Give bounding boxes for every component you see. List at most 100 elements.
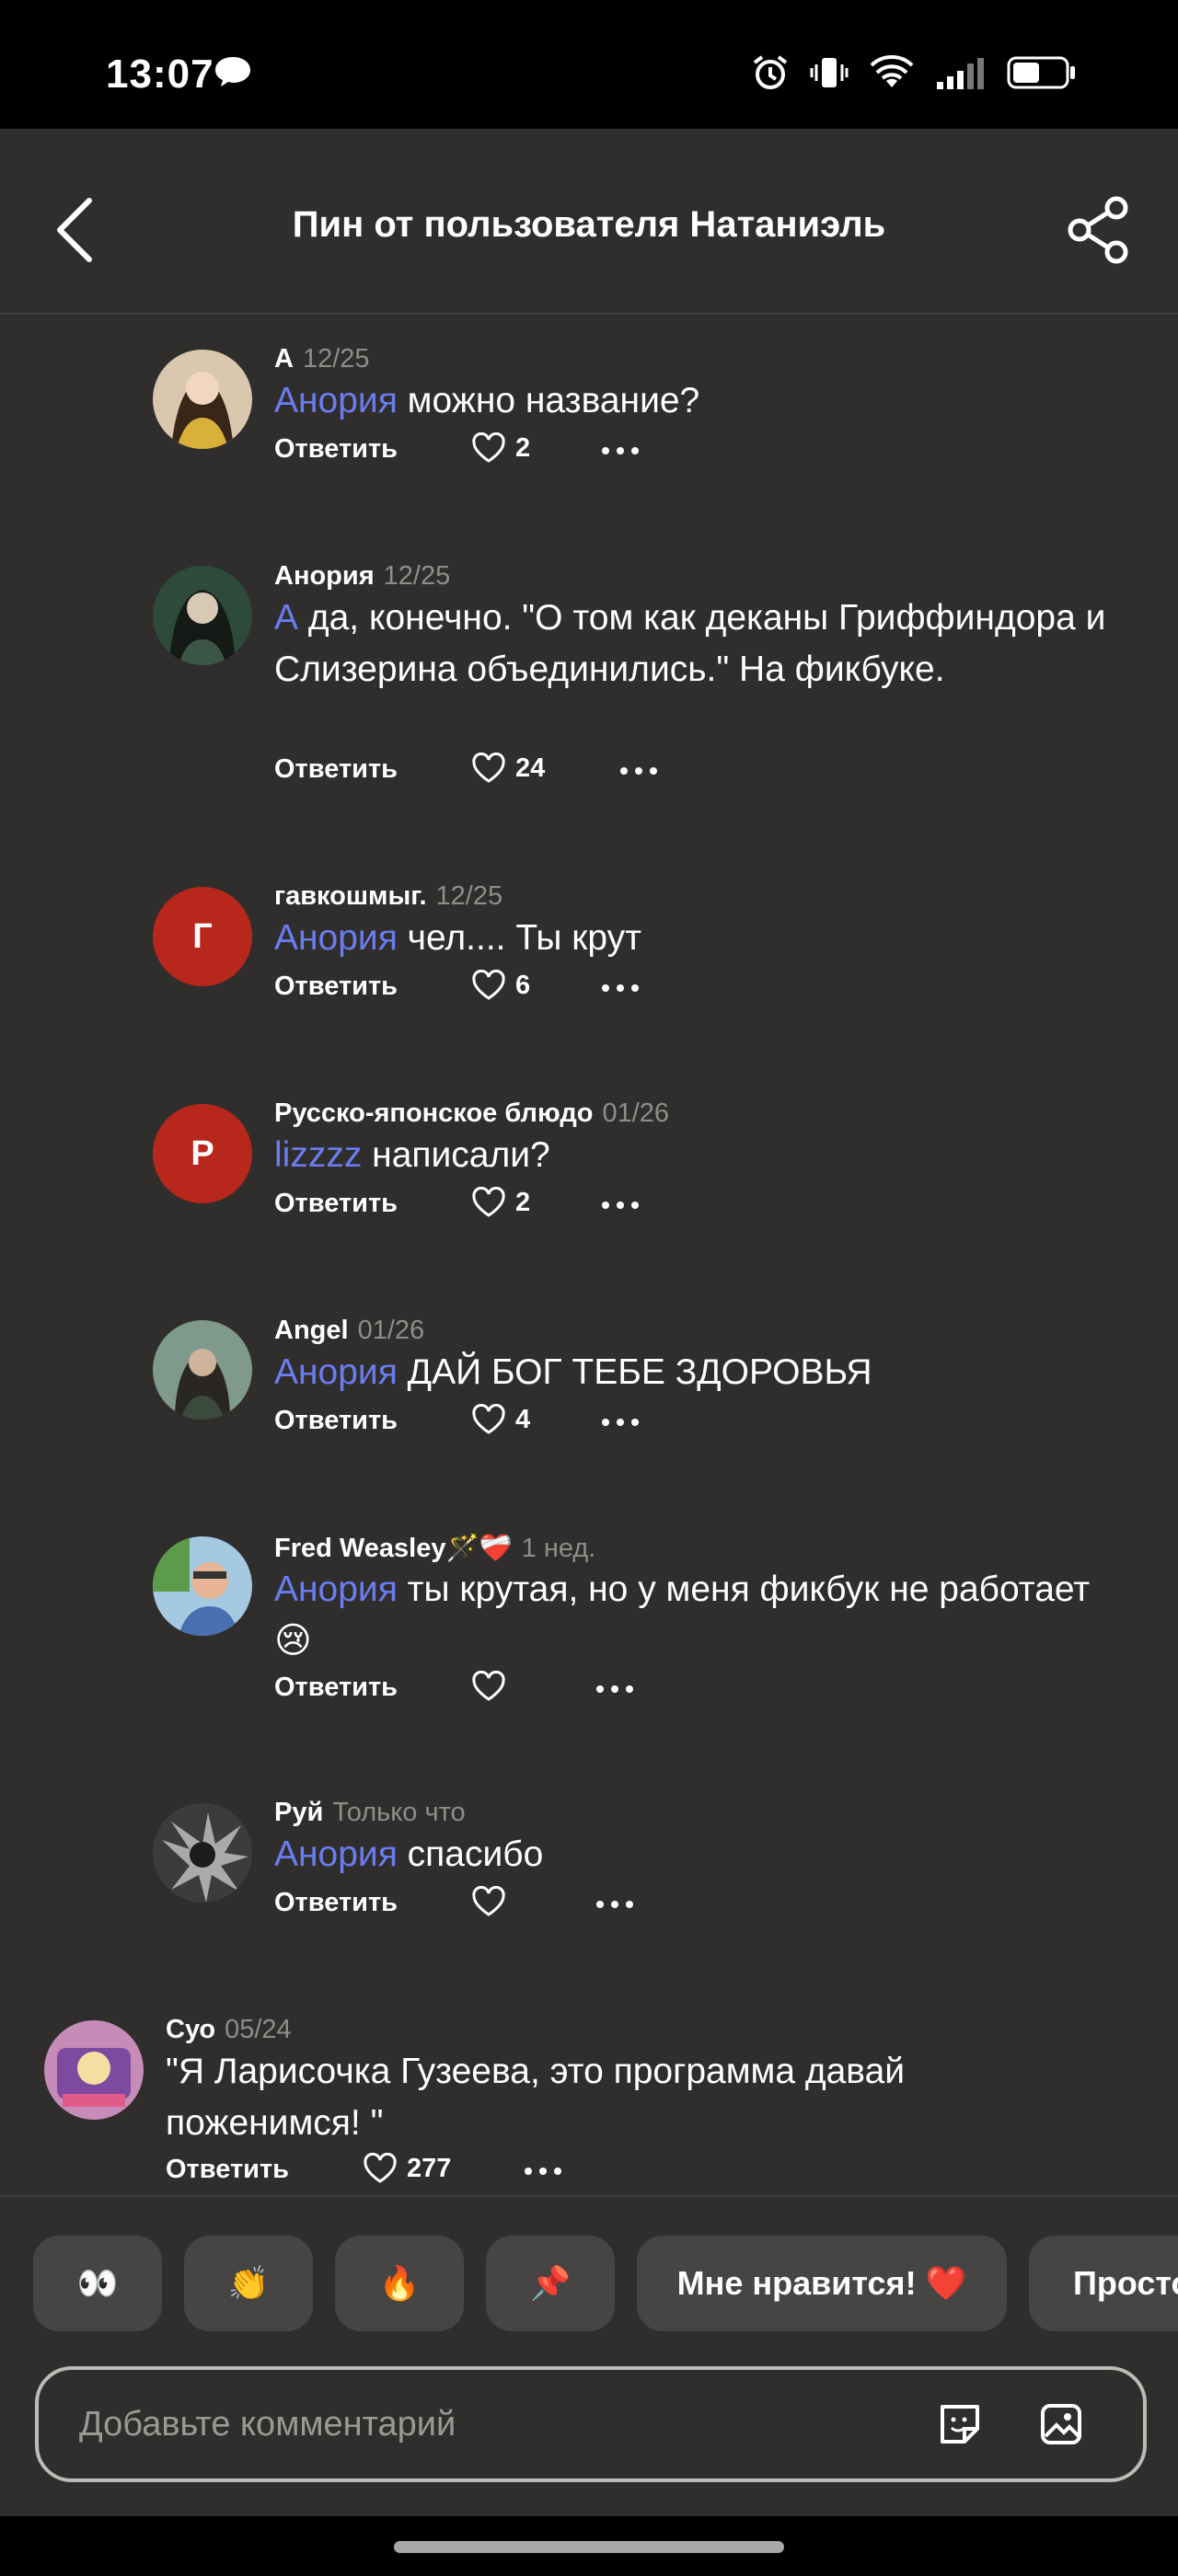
comment-mention[interactable]: Анория: [274, 1352, 398, 1392]
share-button[interactable]: [1063, 193, 1137, 267]
image-attach-button[interactable]: [1038, 2401, 1084, 2452]
alarm-icon: [751, 53, 790, 97]
image-icon: [1041, 2404, 1082, 2444]
like-button[interactable]: 2: [471, 432, 530, 464]
status-bar: 13:07: [0, 0, 1178, 129]
like-count: 2: [515, 1187, 531, 1217]
more-dots-icon: [596, 1685, 633, 1693]
more-options-button[interactable]: [523, 2153, 563, 2190]
comment-input[interactable]: [77, 2398, 909, 2451]
reply-button[interactable]: Ответить: [274, 1673, 398, 1703]
reaction-chip-pin[interactable]: 📌: [486, 2236, 615, 2331]
reply-button[interactable]: Ответить: [274, 1406, 398, 1436]
comment-text: Анория чел.... Ты крут: [274, 918, 641, 958]
comment-mention[interactable]: Анория: [274, 918, 398, 958]
comment-mention[interactable]: А: [274, 598, 298, 638]
comment-time: Только что: [332, 1798, 466, 1827]
avatar[interactable]: Р: [153, 1104, 252, 1203]
comment-mention[interactable]: Анория: [274, 381, 398, 420]
sticker-icon: [941, 2405, 979, 2444]
avatar[interactable]: [153, 1536, 252, 1636]
comment-time: 01/26: [602, 1098, 670, 1128]
avatar[interactable]: [153, 566, 252, 665]
share-icon: [1068, 196, 1128, 264]
avatar[interactable]: [153, 1803, 252, 1903]
more-options-button[interactable]: [600, 970, 641, 1006]
comment-author[interactable]: Angel: [274, 1316, 349, 1345]
reaction-chip-clap[interactable]: 👏: [184, 2236, 313, 2331]
more-options-button[interactable]: [595, 1886, 635, 1923]
reply-button[interactable]: Ответить: [274, 972, 398, 1002]
more-options-button[interactable]: [600, 1187, 641, 1224]
avatar[interactable]: Г: [153, 887, 252, 986]
signal-icon: [935, 56, 987, 94]
more-options-button[interactable]: [618, 753, 659, 789]
more-options-button[interactable]: [600, 432, 641, 469]
comment-author[interactable]: А: [274, 344, 294, 374]
more-dots-icon: [602, 1202, 639, 1209]
comment-text: А да, конечно. "О том как деканы Гриффин…: [274, 598, 1106, 689]
heart-icon: [364, 2153, 397, 2183]
page-title: Пин от пользователя Натаниэль: [292, 204, 886, 245]
like-button[interactable]: 6: [471, 970, 530, 1001]
heart-icon: [472, 970, 505, 1000]
vibrate-icon: [810, 53, 849, 97]
reaction-chip-like-it[interactable]: Мне нравится! ❤️: [637, 2236, 1007, 2331]
more-options-button[interactable]: [600, 1404, 641, 1441]
reply-button[interactable]: Ответить: [274, 1888, 398, 1918]
reaction-chip-fire[interactable]: 🔥: [335, 2236, 464, 2331]
comment-author[interactable]: Анория: [274, 561, 375, 591]
reply-button[interactable]: Ответить: [166, 2155, 289, 2185]
more-options-button[interactable]: [595, 1671, 635, 1708]
heart-icon: [472, 753, 505, 783]
navigation-bar: [0, 2516, 1178, 2576]
comment-author[interactable]: Fred Weasley🪄❤️‍🩹: [274, 1534, 513, 1563]
like-count: 6: [515, 970, 531, 1000]
comment-time: 1 нед.: [521, 1534, 596, 1563]
like-count: 4: [515, 1404, 531, 1434]
like-button[interactable]: 2: [471, 1187, 530, 1218]
comment-mention[interactable]: lizzzz: [274, 1135, 362, 1175]
comment-text: Анория ДАЙ БОГ ТЕБЕ ЗДОРОВЬЯ: [274, 1352, 872, 1392]
heart-icon: [472, 1886, 505, 1916]
comment-time: 05/24: [225, 2015, 292, 2044]
chat-bubble-icon: [214, 55, 252, 93]
comment-mention[interactable]: Анория: [274, 1570, 398, 1609]
comment-text: Анория можно название?: [274, 381, 700, 420]
status-time: 13:07: [106, 52, 214, 97]
reply-button[interactable]: Ответить: [274, 434, 398, 465]
comment-mention[interactable]: Анория: [274, 1834, 398, 1874]
more-dots-icon: [596, 1901, 633, 1908]
like-count: 277: [407, 2153, 452, 2183]
more-dots-icon: [525, 2168, 561, 2175]
more-dots-icon: [602, 1419, 639, 1426]
avatar[interactable]: [153, 350, 252, 449]
like-button[interactable]: 4: [471, 1404, 530, 1435]
heart-icon: [472, 432, 505, 463]
comment-author[interactable]: Суо: [166, 2015, 215, 2044]
heart-icon: [472, 1671, 505, 1701]
avatar[interactable]: [153, 1320, 252, 1420]
like-button[interactable]: [471, 1671, 515, 1702]
like-button[interactable]: 24: [471, 753, 545, 784]
avatar[interactable]: [44, 2020, 144, 2120]
home-indicator[interactable]: [394, 2541, 784, 2553]
heart-icon: [472, 1404, 505, 1434]
like-button[interactable]: [471, 1886, 515, 1917]
reaction-chip-simple[interactable]: Просто: [1029, 2236, 1178, 2331]
like-button[interactable]: 277: [363, 2153, 451, 2184]
comment-time: 12/25: [435, 881, 503, 911]
comment-author[interactable]: Руй: [274, 1798, 323, 1827]
reply-button[interactable]: Ответить: [274, 1189, 398, 1219]
comment-text: lizzzz написали?: [274, 1135, 550, 1175]
comment-text: "Я Ларисочка Гузеева, это программа дава…: [166, 2052, 906, 2143]
comment-text: Анория спасибо: [274, 1834, 544, 1874]
comment-author[interactable]: Русско-японское блюдо: [274, 1098, 593, 1128]
comment-author[interactable]: гавкошмыг.: [274, 881, 427, 911]
reaction-chip-eyes[interactable]: 👀: [33, 2236, 162, 2331]
sticker-button[interactable]: [937, 2401, 983, 2452]
comment-time: 01/26: [357, 1316, 425, 1345]
comment-time: 12/25: [302, 344, 370, 374]
comment-input-box: [35, 2366, 1147, 2482]
reply-button[interactable]: Ответить: [274, 754, 398, 785]
